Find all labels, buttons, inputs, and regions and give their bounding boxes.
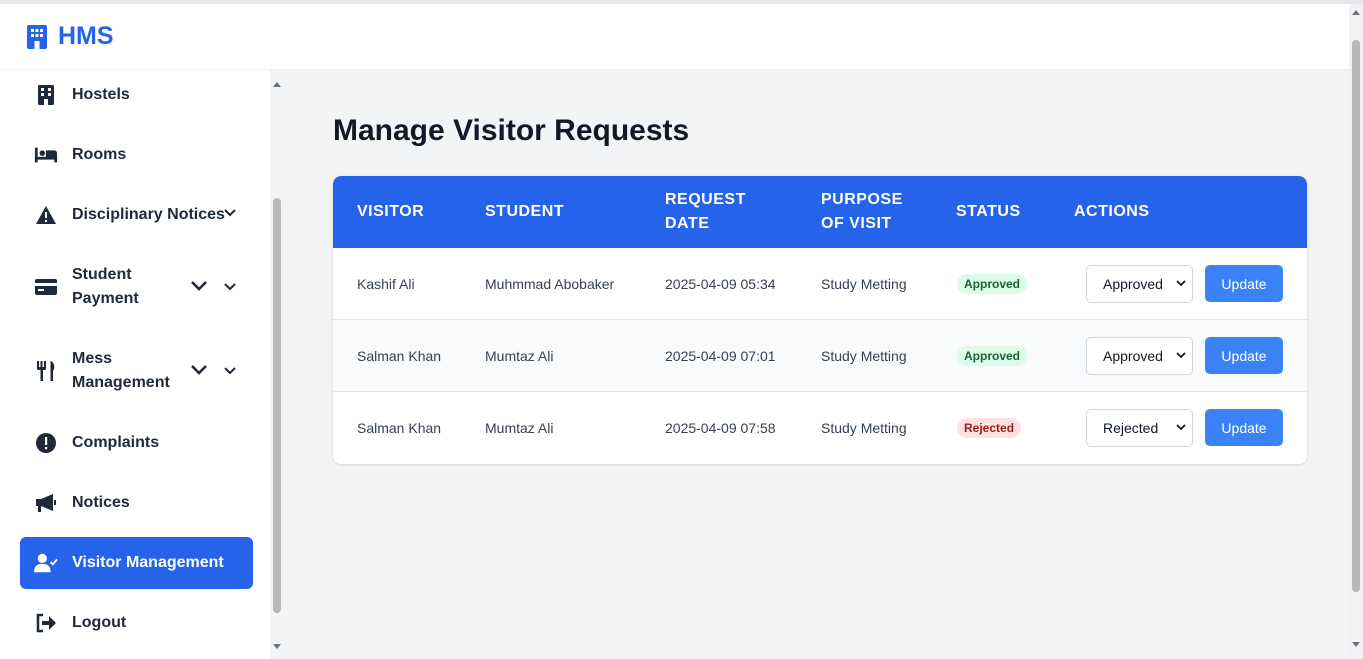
sidebar-item-label: Student Payment <box>72 266 139 307</box>
request-date-cell: 2025-04-09 07:01 <box>665 348 776 364</box>
sidebar-item-logout[interactable]: Logout <box>20 611 253 635</box>
request-date-cell: 2025-04-09 05:34 <box>665 276 776 292</box>
purpose-cell: Study Metting <box>821 348 907 364</box>
visitor-requests-table: VISITOR STUDENT REQUEST DATE PURPOSE OF … <box>333 176 1307 464</box>
megaphone-icon <box>34 491 58 515</box>
building-logo-icon <box>26 24 48 50</box>
column-header-actions: ACTIONS <box>1074 203 1150 220</box>
chevron-down-icon <box>1176 280 1186 287</box>
scroll-up-arrow-icon[interactable] <box>272 80 282 88</box>
table-header: VISITOR STUDENT REQUEST DATE PURPOSE OF … <box>333 176 1307 248</box>
app-header: HMS <box>0 4 1349 70</box>
sidebar-item-label: Logout <box>72 614 127 631</box>
scroll-down-arrow-icon[interactable] <box>272 643 282 651</box>
sidebar-item-label: Complaints <box>72 434 160 451</box>
student-cell: Muhmmad Abobaker <box>485 276 615 292</box>
app-window: HMS Hostels Rooms Disciplinary Notices S… <box>0 4 1363 659</box>
sidebar-item-hostels[interactable]: Hostels <box>20 83 253 107</box>
status-badge: Approved <box>957 274 1028 294</box>
user-check-icon <box>34 551 58 575</box>
sidebar-item-mess-management[interactable]: Mess Management <box>20 347 253 395</box>
sidebar-item-complaints[interactable]: Complaints <box>20 431 253 455</box>
status-badge: Approved <box>957 346 1028 366</box>
bed-icon <box>34 143 58 167</box>
purpose-cell: Study Metting <box>821 420 907 436</box>
chevron-down-icon <box>224 283 236 291</box>
table-row: Kashif Ali Muhmmad Abobaker 2025-04-09 0… <box>333 248 1307 320</box>
page-scrollbar-thumb[interactable] <box>1352 40 1360 592</box>
chevron-down-icon <box>190 280 208 291</box>
student-cell: Mumtaz Ali <box>485 348 554 364</box>
column-header-student: STUDENT <box>485 203 565 220</box>
status-select[interactable]: Approved <box>1086 265 1193 303</box>
column-header-visitor: VISITOR <box>357 203 425 220</box>
sidebar-item-label: Notices <box>72 494 130 511</box>
sidebar-item-visitor-management[interactable]: Visitor Management <box>20 537 253 589</box>
visitor-cell: Kashif Ali <box>357 276 415 292</box>
visitor-cell: Salman Khan <box>357 420 442 436</box>
update-button[interactable]: Update <box>1205 265 1283 302</box>
status-badge: Rejected <box>957 418 1022 438</box>
utensils-icon <box>34 359 58 383</box>
column-header-status: STATUS <box>956 203 1021 220</box>
update-button[interactable]: Update <box>1205 337 1283 374</box>
student-cell: Mumtaz Ali <box>485 420 554 436</box>
status-select[interactable]: Rejected <box>1086 409 1193 447</box>
table-row: Salman Khan Mumtaz Ali 2025-04-09 07:01 … <box>333 320 1307 392</box>
building-icon <box>34 83 58 107</box>
sidebar-item-disciplinary-notices[interactable]: Disciplinary Notices <box>20 203 253 227</box>
main-content: Manage Visitor Requests VISITOR STUDENT … <box>284 70 1349 659</box>
sidebar-scrollbar-thumb[interactable] <box>273 198 281 613</box>
scroll-up-arrow-icon[interactable] <box>1351 8 1361 16</box>
column-header-request-date: REQUEST DATE <box>665 191 746 232</box>
sidebar-item-label: Visitor Management <box>72 554 224 571</box>
chevron-down-icon <box>1176 352 1186 359</box>
sidebar-item-label: Rooms <box>72 146 127 163</box>
purpose-cell: Study Metting <box>821 276 907 292</box>
chevron-down-icon <box>224 209 236 217</box>
sidebar-item-rooms[interactable]: Rooms <box>20 143 253 167</box>
request-date-cell: 2025-04-09 07:58 <box>665 420 776 436</box>
warning-icon <box>34 203 58 227</box>
chevron-down-icon <box>224 367 236 375</box>
app-logo[interactable]: HMS <box>26 22 114 51</box>
logout-icon <box>34 611 58 635</box>
table-row: Salman Khan Mumtaz Ali 2025-04-09 07:58 … <box>333 392 1307 464</box>
app-name: HMS <box>58 22 114 50</box>
page-title: Manage Visitor Requests <box>333 114 690 147</box>
visitor-cell: Salman Khan <box>357 348 442 364</box>
sidebar-item-label: Mess Management <box>72 350 170 391</box>
status-select[interactable]: Approved <box>1086 337 1193 375</box>
sidebar-item-label: Hostels <box>72 86 130 103</box>
sidebar-item-student-payment[interactable]: Student Payment <box>20 263 253 311</box>
column-header-purpose: PURPOSE OF VISIT <box>821 191 903 232</box>
sidebar-item-notices[interactable]: Notices <box>20 491 253 515</box>
exclamation-circle-icon <box>34 431 58 455</box>
scroll-down-arrow-icon[interactable] <box>1351 641 1361 649</box>
sidebar-item-label: Disciplinary Notices <box>72 206 225 223</box>
update-button[interactable]: Update <box>1205 409 1283 446</box>
sidebar: Hostels Rooms Disciplinary Notices Stude… <box>0 70 270 659</box>
credit-card-icon <box>34 275 58 299</box>
chevron-down-icon <box>1176 424 1186 431</box>
chevron-down-icon <box>190 364 208 375</box>
